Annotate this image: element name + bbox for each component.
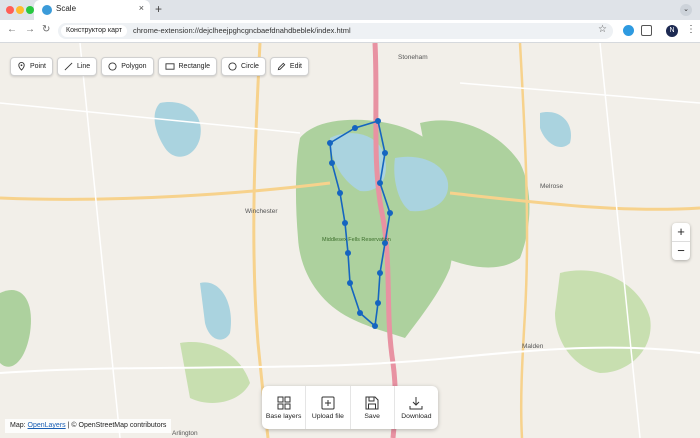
download-button[interactable]: Download [395, 386, 438, 429]
route-vertex[interactable] [377, 180, 383, 186]
place-label: Stoneham [398, 54, 428, 61]
profile-avatar[interactable]: N [666, 25, 678, 37]
place-label: Winchester [245, 208, 278, 215]
action-label: Download [401, 412, 432, 420]
attribution-prefix: Map: [10, 422, 26, 429]
tool-label: Circle [241, 63, 259, 70]
zoom-control: + − [672, 223, 690, 260]
tool-circle-button[interactable]: Circle [221, 57, 266, 76]
browser-menu-icon[interactable]: ⋮ [686, 24, 696, 35]
place-label: Middlesex Fells Reservation [322, 237, 391, 243]
base-layers-button[interactable]: Base layers [262, 386, 307, 429]
tool-label: Edit [289, 63, 302, 70]
tab-search-button[interactable]: ⌄ [680, 4, 692, 16]
route-vertex[interactable] [342, 220, 348, 226]
action-label: Upload file [311, 412, 344, 420]
draw-toolbar: Point Line Polygon Rectangle Circle Edit [10, 57, 309, 76]
extensions-puzzle-icon[interactable] [641, 25, 652, 36]
tab-strip: Scale × + ⌄ [0, 0, 700, 20]
route-vertex[interactable] [345, 250, 351, 256]
layers-icon [277, 396, 291, 409]
tool-polygon-button[interactable]: Polygon [101, 57, 154, 76]
osm-credit: © OpenStreetMap contributors [71, 422, 167, 429]
route-vertex[interactable] [357, 310, 363, 316]
route-vertex[interactable] [337, 190, 343, 196]
route-vertex[interactable] [375, 300, 381, 306]
tool-label: Rectangle [178, 63, 211, 70]
bookmark-star-icon[interactable]: ☆ [598, 24, 607, 35]
route-vertex[interactable] [377, 270, 383, 276]
tab-close-icon[interactable]: × [139, 3, 144, 13]
map-attribution: Map: OpenLayers | © OpenStreetMap contri… [5, 419, 172, 433]
route-vertex[interactable] [347, 280, 353, 286]
route-vertex[interactable] [375, 118, 381, 124]
pencil-icon [277, 62, 286, 71]
rectangle-icon [165, 63, 174, 70]
tool-label: Point [30, 63, 46, 70]
minimize-window-button[interactable] [16, 6, 24, 14]
route-vertex[interactable] [327, 140, 333, 146]
line-icon [64, 62, 73, 71]
new-tab-button[interactable]: + [155, 2, 162, 16]
download-icon [409, 396, 423, 409]
reload-button[interactable]: ↻ [42, 24, 50, 35]
save-icon [365, 396, 379, 409]
map-viewport[interactable]: Stoneham Melrose Winchester Middlesex Fe… [0, 43, 700, 438]
tool-rectangle-button[interactable]: Rectangle [157, 57, 218, 76]
close-window-button[interactable] [6, 6, 14, 14]
circle-icon [228, 62, 237, 71]
action-bar: Base layers Upload file Save Download [262, 386, 438, 429]
route-vertex[interactable] [372, 323, 378, 329]
tab-favicon-icon [42, 5, 52, 15]
save-button[interactable]: Save [351, 386, 395, 429]
url-text[interactable]: chrome-extension://dejclheejpghcgncbaefd… [133, 26, 351, 35]
action-label: Base layers [265, 412, 302, 420]
map-canvas[interactable]: Stoneham Melrose Winchester Middlesex Fe… [0, 43, 700, 438]
upload-icon [321, 396, 335, 409]
zoom-in-button[interactable]: + [672, 223, 690, 242]
upload-file-button[interactable]: Upload file [306, 386, 351, 429]
site-chip[interactable]: Конструктор карт [61, 25, 127, 37]
tool-label: Line [76, 63, 91, 70]
openlayers-link[interactable]: OpenLayers [28, 422, 66, 429]
extension-scale-icon[interactable] [623, 25, 634, 36]
route-vertex[interactable] [329, 160, 335, 166]
address-bar[interactable]: Конструктор карт chrome-extension://dejc… [58, 23, 613, 39]
route-vertex[interactable] [352, 125, 358, 131]
browser-toolbar: ← → ↻ Конструктор карт chrome-extension:… [0, 20, 700, 43]
forward-button[interactable]: → [25, 24, 35, 35]
action-label: Save [364, 412, 380, 420]
tool-point-button[interactable]: Point [10, 57, 53, 76]
tab-title: Scale [56, 4, 77, 13]
place-label: Malden [522, 343, 544, 350]
place-label: Arlington [172, 430, 198, 437]
tool-line-button[interactable]: Line [56, 57, 98, 76]
map-pin-icon [18, 62, 25, 71]
place-label: Melrose [540, 183, 564, 190]
route-vertex[interactable] [387, 210, 393, 216]
route-vertex[interactable] [382, 150, 388, 156]
zoom-out-button[interactable]: − [672, 242, 690, 260]
tool-label: Polygon [121, 63, 147, 70]
tool-edit-button[interactable]: Edit [269, 57, 309, 76]
maximize-window-button[interactable] [26, 6, 34, 14]
back-button[interactable]: ← [7, 24, 17, 35]
polygon-icon [108, 62, 117, 71]
attribution-separator: | [67, 422, 70, 429]
browser-tab[interactable]: Scale × [34, 0, 150, 20]
